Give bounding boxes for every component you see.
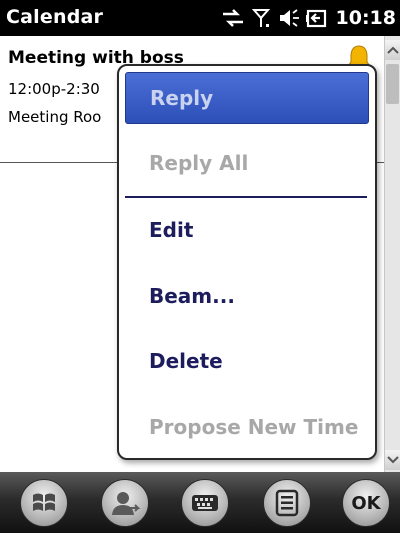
menu-item-edit[interactable]: Edit: [125, 204, 369, 256]
ok-button[interactable]: OK: [342, 479, 390, 527]
battery-icon: [305, 7, 328, 29]
scroll-up-button[interactable]: [385, 40, 400, 60]
appointment-location: Meeting Roo: [8, 108, 102, 126]
connectivity-icon: [220, 7, 246, 29]
softkey-bar: OK: [0, 472, 400, 533]
chevron-down-icon: [386, 456, 399, 464]
menu-item-reply-all[interactable]: Reply All: [125, 137, 369, 189]
status-area[interactable]: 10:18: [220, 4, 396, 32]
scroll-down-button[interactable]: [385, 450, 400, 470]
scroll-thumb[interactable]: [386, 64, 399, 104]
menu-item-reply[interactable]: Reply: [125, 72, 369, 124]
clock: 10:18: [335, 7, 396, 29]
signal-icon: [251, 7, 272, 29]
start-button[interactable]: [20, 479, 68, 527]
title-bar: Calendar 10:18: [0, 0, 400, 36]
appointment-time: 12:00p-2:30: [8, 80, 100, 98]
windows-start-icon: [33, 493, 55, 511]
app-title: Calendar: [6, 6, 104, 28]
chevron-up-icon: [386, 46, 399, 54]
contacts-icon: [112, 492, 141, 515]
scrollbar[interactable]: [384, 36, 400, 472]
context-menu: Reply Reply All Edit Beam... Delete Prop…: [117, 64, 377, 460]
menu-item-beam[interactable]: Beam...: [125, 270, 369, 322]
menu-separator: [125, 196, 367, 198]
menu-icon: [275, 489, 299, 517]
ok-icon: OK: [351, 492, 381, 514]
contacts-button[interactable]: [101, 479, 149, 527]
menu-button[interactable]: [263, 479, 311, 527]
menu-item-delete[interactable]: Delete: [125, 335, 369, 387]
keyboard-button[interactable]: [181, 479, 229, 527]
keyboard-icon: [192, 495, 218, 511]
volume-icon: [278, 7, 300, 29]
menu-item-propose-new-time[interactable]: Propose New Time: [125, 401, 369, 453]
